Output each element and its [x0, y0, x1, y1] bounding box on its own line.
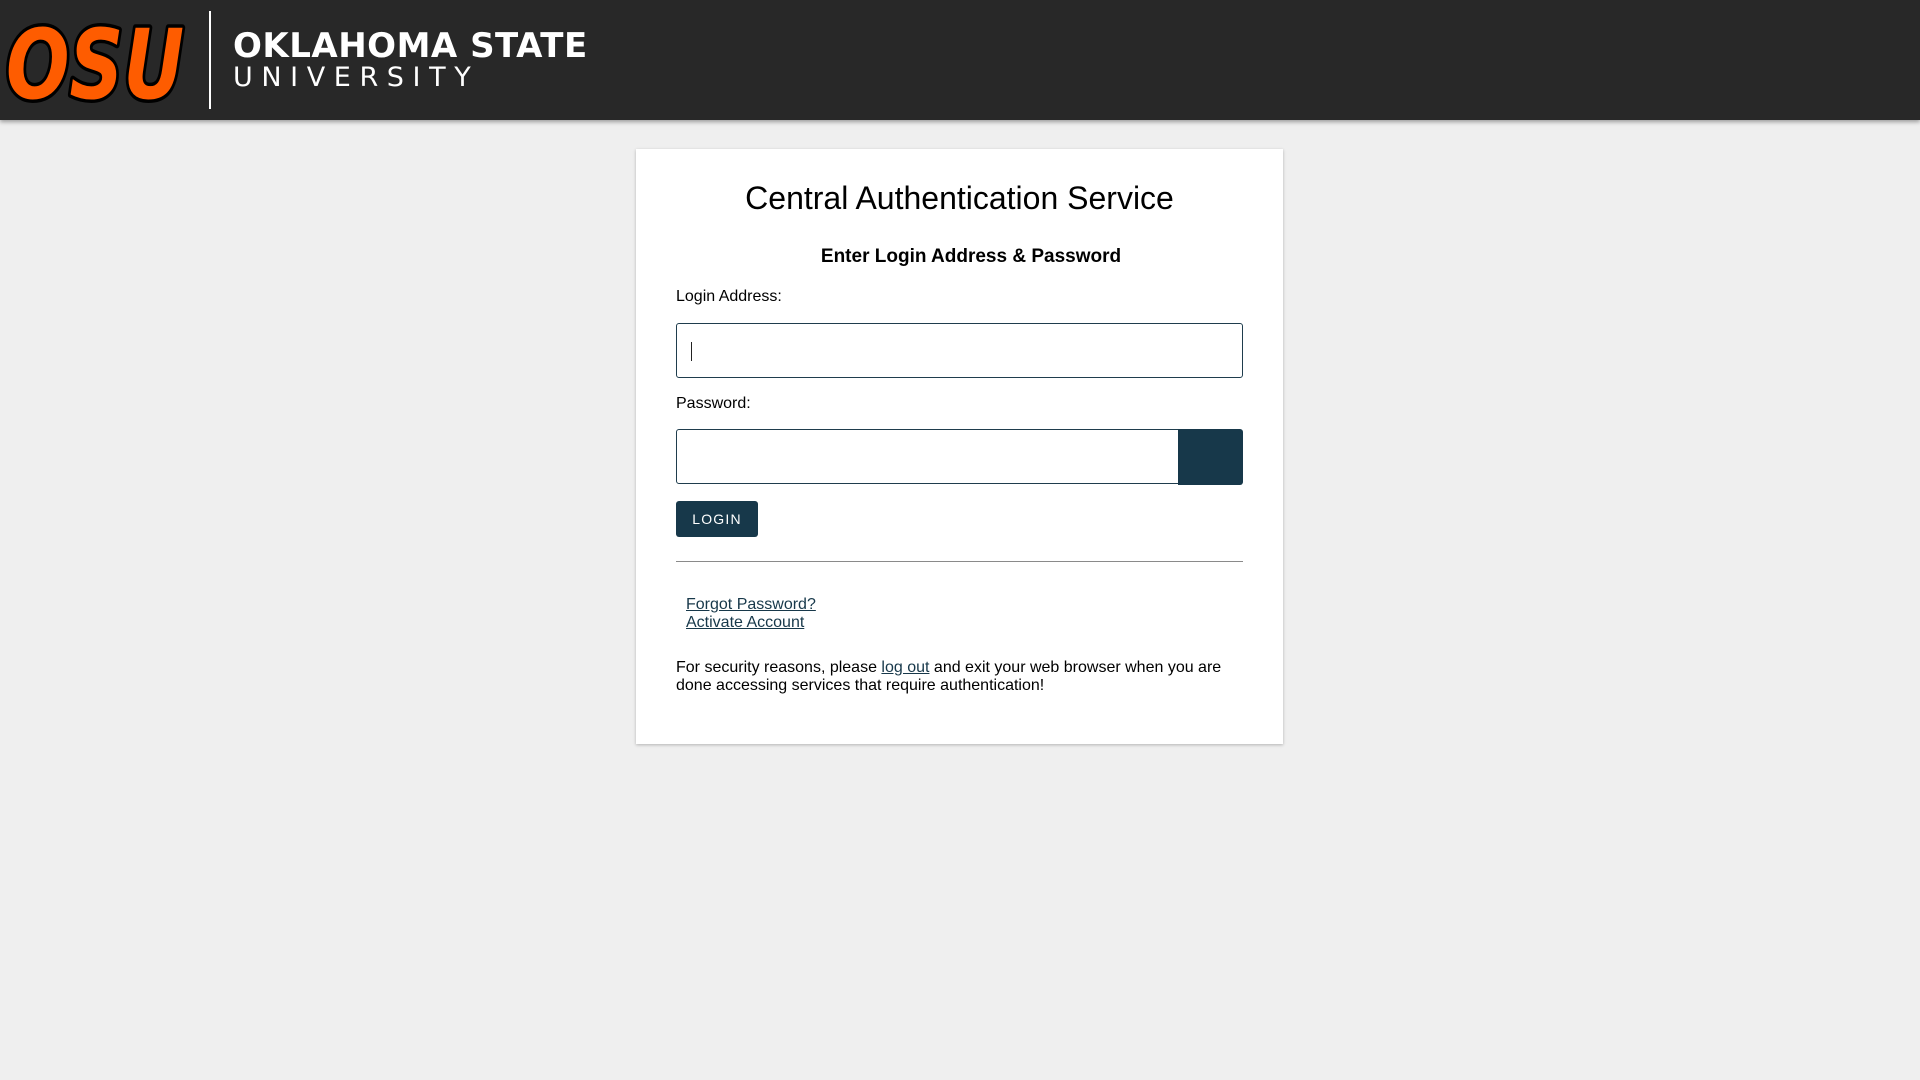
- password-label: Password:: [676, 395, 751, 412]
- login-address-input[interactable]: [676, 323, 1243, 378]
- page-title: Central Authentication Service: [745, 180, 1174, 216]
- logo-divider: [209, 11, 211, 109]
- logout-link[interactable]: log out: [881, 659, 929, 676]
- forgot-password-link[interactable]: Forgot Password?: [686, 596, 816, 614]
- show-password-button[interactable]: [1178, 429, 1243, 485]
- login-address-label: Login Address:: [676, 288, 782, 305]
- security-notice: For security reasons, please log out and…: [676, 659, 1256, 695]
- security-notice-text: For security reasons, please: [676, 659, 882, 676]
- wordmark-oklahoma-state: OKLAHOMA STATE: [233, 26, 588, 66]
- password-input[interactable]: [676, 429, 1179, 484]
- login-subtitle: Enter Login Address & Password: [820, 246, 1122, 267]
- text-cursor: [691, 342, 692, 361]
- login-button[interactable]: LOGIN: [676, 501, 758, 537]
- osu-logo-icon[interactable]: OSU: [0, 10, 190, 110]
- site-header: OSU OKLAHOMA STATE UNIVERSITY: [0, 0, 1920, 120]
- svg-text:OSU: OSU: [6, 10, 184, 110]
- activate-account-link[interactable]: Activate Account: [686, 614, 804, 632]
- wordmark-university: UNIVERSITY: [233, 62, 480, 93]
- section-divider: [676, 561, 1243, 562]
